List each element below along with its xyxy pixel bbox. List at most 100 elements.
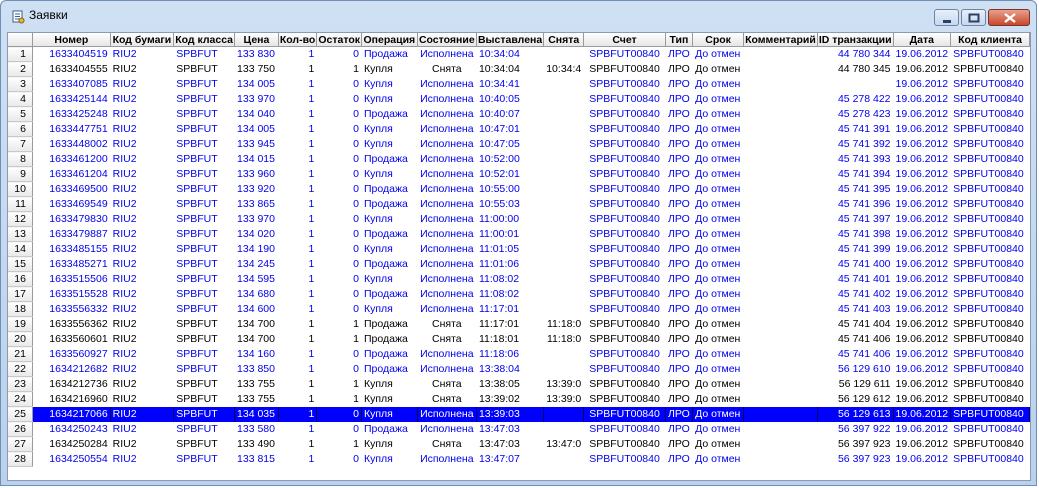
column-header[interactable]: Срок	[692, 33, 745, 47]
client-code-cell: SPBFUT00840	[953, 168, 1024, 180]
account-cell: SPBFUT00840	[583, 406, 666, 422]
remainder-cell: 1	[353, 378, 359, 390]
type-cell: ЛРО	[668, 393, 690, 405]
transaction-id-cell: 45 741 402	[837, 288, 891, 300]
price-cell: 134 040	[237, 108, 275, 120]
client-code-cell: SPBFUT00840	[953, 138, 1024, 150]
table-row[interactable]: 24 1634216960 RIU2 SPBFUT 133 755 1 1 Купля Снят…	[8, 391, 1030, 407]
table-row[interactable]: 19 1633556362 RIU2 SPBFUT 134 700 1 1 Продажа Сн…	[8, 316, 1030, 332]
column-header[interactable]: Состояние	[417, 33, 477, 47]
order-number-cell: 1633515528	[49, 288, 108, 300]
row-number: 25	[8, 406, 33, 422]
term-cell: До отмен	[695, 243, 741, 255]
table-row[interactable]: 4 1633425144 RIU2 SPBFUT 133 970 1 0 Купля Испол…	[8, 91, 1030, 107]
table-row[interactable]: 28 1634250554 RIU2 SPBFUT 133 815 1 0 Купля Испо…	[8, 451, 1030, 467]
operation-cell: Купля	[364, 453, 393, 465]
table-row[interactable]: 23 1634212736 RIU2 SPBFUT 133 755 1 1 Купля Снят…	[8, 376, 1030, 392]
table-row[interactable]: 27 1634250284 RIU2 SPBFUT 133 490 1 1 Купля Снят…	[8, 436, 1030, 452]
table-row[interactable]: 12 1633479830 RIU2 SPBFUT 133 970 1 0 Купля Испо…	[8, 211, 1030, 227]
table-row[interactable]: 14 1633485155 RIU2 SPBFUT 134 190 1 0 Купля Испо…	[8, 241, 1030, 257]
term-cell: До отмен	[695, 183, 741, 195]
remainder-cell: 0	[353, 48, 359, 61]
column-header[interactable]: Остаток	[316, 33, 362, 47]
row-number: 19	[8, 316, 33, 332]
column-header[interactable]: Код бумаги	[110, 33, 175, 47]
operation-cell: Продажа	[364, 108, 408, 120]
table-row[interactable]: 25 1634217066 RIU2 SPBFUT 134 035 1 0 Купля Испо…	[8, 406, 1030, 422]
table-row[interactable]: 13 1633479887 RIU2 SPBFUT 134 020 1 0 Продажа Ис…	[8, 226, 1030, 242]
column-header[interactable]: Счет	[583, 33, 666, 47]
account-cell: SPBFUT00840	[589, 63, 660, 75]
maximize-button[interactable]	[961, 9, 986, 26]
orders-grid[interactable]: Номер Код бумаги Код класса Цена Кол-во Остат…	[7, 32, 1031, 481]
state-cell: Снята	[432, 393, 462, 405]
column-header[interactable]: Тип	[665, 33, 694, 47]
table-row[interactable]: 3 1633407085 RIU2 SPBFUT 134 005 1 0 Купля Испол…	[8, 76, 1030, 92]
account-cell: SPBFUT00840	[589, 78, 660, 90]
column-header[interactable]: Цена	[234, 33, 279, 47]
order-number-cell: 1633556362	[49, 318, 108, 330]
column-header[interactable]: Номер	[32, 33, 111, 47]
column-header[interactable]: Дата	[893, 33, 952, 47]
order-number-cell: 1633485271	[49, 258, 108, 270]
table-row[interactable]: 16 1633515506 RIU2 SPBFUT 134 595 1 0 Купля Испо…	[8, 271, 1030, 287]
column-header[interactable]: Кол-во	[278, 33, 318, 47]
security-code-cell: RIU2	[112, 303, 137, 315]
type-cell: ЛРО	[668, 78, 690, 90]
operation-cell: Продажа	[364, 258, 408, 270]
security-code-cell: RIU2	[112, 243, 137, 255]
table-row[interactable]: 26 1634250243 RIU2 SPBFUT 133 580 1 0 Продажа Ис…	[8, 421, 1030, 437]
transaction-id-cell: 45 741 395	[837, 183, 891, 195]
row-number: 21	[8, 346, 33, 362]
order-number-cell: 1633448002	[49, 138, 108, 150]
client-code-cell: SPBFUT00840	[953, 63, 1024, 75]
close-button[interactable]	[988, 9, 1030, 26]
minimize-button[interactable]	[934, 9, 959, 26]
term-cell: До отмен	[695, 348, 741, 360]
comment-cell	[744, 92, 818, 107]
table-row[interactable]: 5 1633425248 RIU2 SPBFUT 134 040 1 0 Продажа Исп…	[8, 106, 1030, 122]
table-row[interactable]: 17 1633515528 RIU2 SPBFUT 134 680 1 0 Продажа Ис…	[8, 286, 1030, 302]
table-row[interactable]: 20 1633560601 RIU2 SPBFUT 134 700 1 1 Продажа Сн…	[8, 331, 1030, 347]
term-cell: До отмен	[695, 63, 741, 75]
term-cell: До отмен	[692, 406, 745, 422]
state-cell: Исполнена	[420, 93, 474, 105]
remainder-cell: 0	[353, 453, 359, 465]
class-code-cell: SPBFUT	[176, 108, 218, 120]
table-row[interactable]: 10 1633469500 RIU2 SPBFUT 133 920 1 0 Продажа Ис…	[8, 181, 1030, 197]
column-header[interactable]: Код клиента	[950, 33, 1030, 47]
table-row[interactable]: 2 1633404555 RIU2 SPBFUT 133 750 1 1 Купля Снята…	[8, 61, 1030, 77]
table-row[interactable]: 18 1633556332 RIU2 SPBFUT 134 600 1 0 Купля Испо…	[8, 301, 1030, 317]
comment-cell	[744, 77, 818, 92]
quantity-cell: 1	[308, 48, 315, 61]
security-code-cell: RIU2	[112, 273, 137, 285]
table-row[interactable]: 1 1633404519 RIU2 SPBFUT 133 830 1 0 Продажа Исп…	[8, 46, 1030, 62]
class-code-cell: SPBFUT	[176, 363, 218, 375]
column-header[interactable]: Код класса	[173, 33, 236, 47]
column-header[interactable]: Операция	[361, 33, 418, 47]
title-bar[interactable]: Заявки	[1, 1, 1036, 31]
table-row[interactable]: 21 1633560927 RIU2 SPBFUT 134 160 1 0 Продажа Ис…	[8, 346, 1030, 362]
column-header[interactable]: Выставлена	[476, 33, 545, 47]
table-row[interactable]: 15 1633485271 RIU2 SPBFUT 134 245 1 0 Продажа Ис…	[8, 256, 1030, 272]
column-header[interactable]	[8, 33, 33, 47]
table-row[interactable]: 22 1634212682 RIU2 SPBFUT 133 850 1 0 Продажа Ис…	[8, 361, 1030, 377]
type-cell: ЛРО	[668, 258, 690, 270]
security-code-cell: RIU2	[112, 288, 137, 300]
column-header[interactable]: ID транзакции	[817, 33, 894, 47]
table-row[interactable]: 6 1633447751 RIU2 SPBFUT 134 005 1 0 Купля Испол…	[8, 121, 1030, 137]
column-header[interactable]: Комментарий	[743, 33, 818, 47]
quantity-cell: 1	[308, 438, 315, 450]
table-row[interactable]: 8 1633461200 RIU2 SPBFUT 134 015 1 0 Продажа Исп…	[8, 151, 1030, 167]
table-row[interactable]: 9 1633461204 RIU2 SPBFUT 133 960 1 0 Купля Испол…	[8, 166, 1030, 182]
client-code-cell: SPBFUT00840	[953, 438, 1024, 450]
column-header[interactable]: Снята	[543, 33, 585, 47]
quantity-cell: 1	[308, 348, 315, 360]
row-number: 7	[8, 136, 33, 152]
price-cell: 133 970	[237, 213, 275, 225]
account-cell: SPBFUT00840	[589, 153, 660, 165]
order-number-cell: 1633425248	[49, 108, 108, 120]
account-cell: SPBFUT00840	[589, 183, 660, 195]
table-row[interactable]: 7 1633448002 RIU2 SPBFUT 133 945 1 0 Купля Испол…	[8, 136, 1030, 152]
table-row[interactable]: 11 1633469549 RIU2 SPBFUT 133 865 1 0 Продажа Ис…	[8, 196, 1030, 212]
